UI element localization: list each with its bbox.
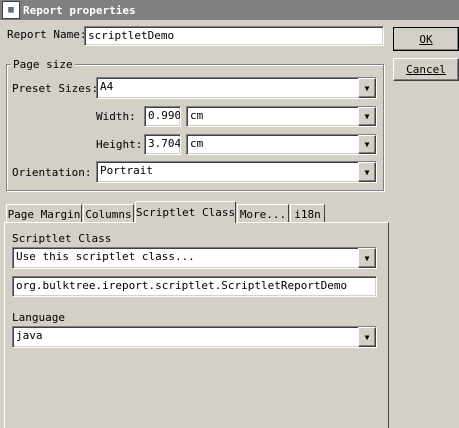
report-name-label: Report Name: xyxy=(7,28,87,41)
orientation-value: Portrait xyxy=(100,164,153,177)
chevron-down-icon[interactable]: ▼ xyxy=(358,78,376,98)
tab-scriptlet-class[interactable]: Scriptlet Class xyxy=(135,201,236,223)
height-input[interactable]: 3.704 xyxy=(144,134,181,155)
height-unit-value: cm xyxy=(190,137,204,150)
width-label: Width: xyxy=(96,110,136,123)
height-label: Height: xyxy=(96,138,143,151)
report-icon: ▦ xyxy=(2,1,20,19)
scriptlet-mode-select[interactable]: Use this scriptlet class... ▼ xyxy=(12,247,377,269)
language-value: java xyxy=(16,329,43,342)
tab-scriptlet-class-label: Scriptlet Class xyxy=(135,206,236,219)
tab-i18n-label: i18n xyxy=(294,207,321,221)
tab-more[interactable]: More... xyxy=(237,204,289,223)
chevron-down-icon[interactable]: ▼ xyxy=(358,162,376,182)
height-unit-select[interactable]: cm ▼ xyxy=(186,134,377,155)
chevron-down-icon[interactable]: ▼ xyxy=(358,327,376,347)
chevron-down-icon[interactable]: ▼ xyxy=(358,135,376,154)
language-select[interactable]: java ▼ xyxy=(12,326,377,348)
page-size-legend: Page size xyxy=(11,58,75,71)
width-unit-select[interactable]: cm ▼ xyxy=(186,106,377,127)
tab-page-margin[interactable]: Page Margin xyxy=(6,204,82,223)
orientation-label: Orientation: xyxy=(12,166,92,179)
language-label: Language xyxy=(12,311,65,324)
tab-more-label: More... xyxy=(239,207,287,221)
scriptlet-mode-value: Use this scriptlet class... xyxy=(16,250,195,263)
scriptlet-class-input[interactable]: org.bulktree.ireport.scriptlet.Scriptlet… xyxy=(12,276,377,297)
preset-sizes-label: Preset Sizes: xyxy=(12,82,99,95)
report-name-input[interactable]: scriptletDemo xyxy=(84,26,384,46)
preset-sizes-select[interactable]: A4 ▼ xyxy=(96,77,377,99)
scriptlet-class-label: Scriptlet Class xyxy=(12,232,112,245)
chevron-down-icon[interactable]: ▼ xyxy=(358,107,376,126)
preset-sizes-value: A4 xyxy=(100,80,114,93)
cancel-button[interactable]: Cancel xyxy=(393,58,459,81)
orientation-select[interactable]: Portrait ▼ xyxy=(96,161,377,183)
width-unit-value: cm xyxy=(190,109,204,122)
width-input[interactable]: 0.990 xyxy=(144,106,181,127)
chevron-down-icon[interactable]: ▼ xyxy=(358,248,376,268)
tab-columns[interactable]: Columns xyxy=(83,204,134,223)
cancel-button-label: Cancel xyxy=(406,63,446,76)
ok-button[interactable]: OK xyxy=(393,27,459,51)
window-title: Report properties xyxy=(23,3,136,17)
tab-page-margin-label: Page Margin xyxy=(7,207,81,221)
tab-i18n[interactable]: i18n xyxy=(290,204,325,223)
ok-button-label: OK xyxy=(419,32,433,46)
tab-columns-label: Columns xyxy=(85,207,132,221)
title-bar[interactable]: ▦ Report properties xyxy=(0,0,459,20)
